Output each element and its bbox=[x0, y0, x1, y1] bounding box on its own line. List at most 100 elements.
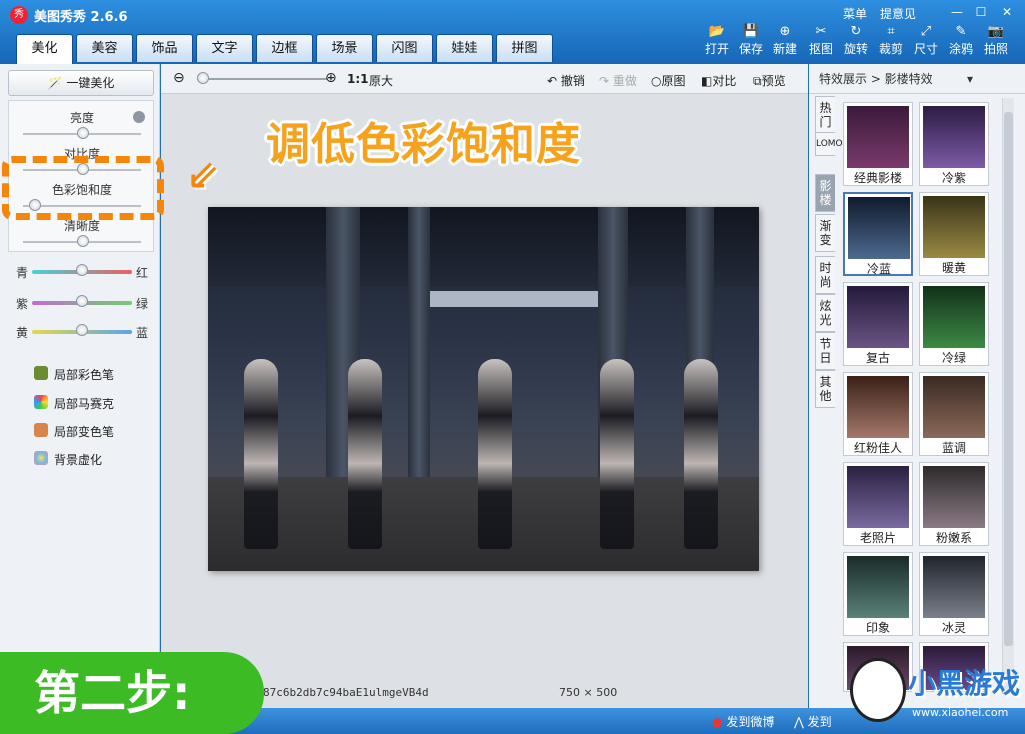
compare-button[interactable]: ◧对比 bbox=[701, 72, 736, 89]
effect-thumb[interactable]: 经典影楼 bbox=[843, 102, 913, 186]
slider-knob[interactable] bbox=[77, 127, 89, 139]
effect-thumb[interactable]: 冷绿 bbox=[919, 282, 989, 366]
rotate-icon: ↻ bbox=[850, 24, 862, 39]
chevron-down-icon[interactable]: ▾ bbox=[967, 64, 973, 94]
one-key-beautify-button[interactable]: 🪄 一键美化 bbox=[8, 70, 154, 96]
cutout-icon: ✂ bbox=[815, 24, 827, 39]
camera-icon: 📷 bbox=[987, 24, 1005, 39]
weibo-icon: ● bbox=[712, 715, 723, 729]
effect-thumb[interactable]: 冰灵 bbox=[919, 552, 989, 636]
site-watermark: 小黑游戏 www.xiaohei.com bbox=[850, 648, 1025, 734]
slider-knob[interactable] bbox=[76, 324, 88, 336]
tab-beautify[interactable]: 美化 bbox=[16, 34, 73, 64]
title-bar: 秀 美图秀秀 2.6.6 菜单 提意见 — ☐ ✕ 美化 美容 饰品 文字 边框… bbox=[0, 0, 1025, 64]
effects-scrollbar[interactable] bbox=[1002, 98, 1014, 694]
step-badge: 第二步: bbox=[0, 652, 264, 734]
zoom-in-icon[interactable]: ⊕ bbox=[325, 70, 337, 86]
model-figure bbox=[600, 359, 634, 549]
vtab-glow[interactable]: 炫光 bbox=[815, 294, 835, 332]
camera-button[interactable]: 📷 拍照 bbox=[981, 24, 1011, 58]
tab-scene[interactable]: 场景 bbox=[316, 34, 373, 62]
watermark-url: www.xiaohei.com bbox=[912, 706, 1009, 719]
brightness-slider[interactable] bbox=[23, 127, 141, 139]
purple-green-slider[interactable]: 紫 绿 bbox=[16, 295, 152, 311]
crop-button[interactable]: ⌗ 裁剪 bbox=[876, 24, 906, 58]
open-icon: 📂 bbox=[708, 24, 726, 39]
app-window: 秀 美图秀秀 2.6.6 菜单 提意见 — ☐ ✕ 美化 美容 饰品 文字 边框… bbox=[0, 0, 1025, 734]
send-button[interactable]: ⋀ 发到 bbox=[794, 713, 832, 730]
zoom-ratio[interactable]: 1:1 bbox=[347, 72, 369, 86]
open-button[interactable]: 📂 打开 bbox=[702, 24, 732, 58]
model-figure bbox=[348, 359, 382, 549]
tab-text[interactable]: 文字 bbox=[196, 34, 253, 62]
tab-flash[interactable]: 闪图 bbox=[376, 34, 433, 62]
new-icon: ⊕ bbox=[779, 24, 791, 39]
zoom-slider[interactable] bbox=[197, 72, 327, 84]
share-weibo-button[interactable]: ● 发到微博 bbox=[712, 713, 774, 730]
vtab-lomo[interactable]: LOMO bbox=[815, 132, 843, 156]
tab-face[interactable]: 美容 bbox=[76, 34, 133, 62]
vtab-hot[interactable]: 热门 bbox=[815, 96, 835, 134]
tab-collage[interactable]: 拼图 bbox=[496, 34, 553, 62]
effect-thumb[interactable]: 红粉佳人 bbox=[843, 372, 913, 456]
cutout-button[interactable]: ✂ 抠图 bbox=[806, 24, 836, 58]
slider-knob[interactable] bbox=[197, 72, 209, 84]
slider-knob[interactable] bbox=[76, 295, 88, 307]
local-color-pen[interactable]: 局部彩色笔 bbox=[34, 366, 114, 383]
maximize-icon[interactable]: ☐ bbox=[972, 4, 990, 20]
effect-thumb[interactable]: 老照片 bbox=[843, 462, 913, 546]
redo-icon: ↷ bbox=[599, 74, 610, 88]
scrollbar-thumb[interactable] bbox=[1004, 112, 1013, 646]
undo-button[interactable]: ↶ 撤销 bbox=[547, 72, 585, 89]
send-icon: ⋀ bbox=[794, 715, 804, 729]
save-icon: 💾 bbox=[742, 24, 760, 39]
feedback-link[interactable]: 提意见 bbox=[880, 5, 916, 22]
effect-thumb[interactable]: 印象 bbox=[843, 552, 913, 636]
effect-thumb-selected[interactable]: 冷蓝 bbox=[843, 192, 913, 276]
local-recolor-pen[interactable]: 局部变色笔 bbox=[34, 423, 114, 440]
vtab-fashion[interactable]: 时尚 bbox=[815, 256, 835, 294]
new-button[interactable]: ⊕ 新建 bbox=[770, 24, 800, 58]
cyan-red-slider[interactable]: 青 红 bbox=[16, 264, 152, 280]
mosaic-icon bbox=[34, 395, 48, 409]
annotation-callout: 调低色彩饱和度 bbox=[266, 119, 581, 170]
doodle-button[interactable]: ✎ 涂鸦 bbox=[946, 24, 976, 58]
vtab-studio[interactable]: 影楼 bbox=[815, 174, 835, 212]
original-button[interactable]: ○原图 bbox=[651, 72, 686, 89]
vtab-holiday[interactable]: 节日 bbox=[815, 332, 835, 370]
close-icon[interactable]: ✕ bbox=[998, 4, 1016, 20]
effect-thumb[interactable]: 蓝调 bbox=[919, 372, 989, 456]
rotate-button[interactable]: ↻ 旋转 bbox=[841, 24, 871, 58]
slider-knob[interactable] bbox=[77, 235, 89, 247]
redo-button[interactable]: ↷ 重做 bbox=[599, 72, 637, 89]
local-mosaic[interactable]: 局部马赛克 bbox=[34, 395, 114, 412]
effect-thumb[interactable]: 粉嫩系 bbox=[919, 462, 989, 546]
compare-icon: ◧ bbox=[701, 74, 713, 88]
doodle-icon: ✎ bbox=[955, 24, 967, 39]
arrow-icon: ⇙ bbox=[186, 152, 220, 198]
menu-link[interactable]: 菜单 bbox=[843, 5, 867, 22]
effect-thumb[interactable]: 复古 bbox=[843, 282, 913, 366]
preview-button[interactable]: ⧉预览 bbox=[753, 72, 786, 89]
vtab-gradient[interactable]: 渐变 bbox=[815, 214, 835, 252]
vtab-other[interactable]: 其他 bbox=[815, 370, 835, 408]
effect-thumb[interactable]: 暖黄 bbox=[919, 192, 989, 276]
tab-accessory[interactable]: 饰品 bbox=[136, 34, 193, 62]
yellow-blue-slider[interactable]: 黄 蓝 bbox=[16, 324, 152, 340]
minimize-icon[interactable]: — bbox=[948, 4, 966, 20]
original-size-button[interactable]: 原大 bbox=[369, 72, 393, 89]
magic-wand-icon: 🪄 bbox=[47, 76, 63, 90]
slider-knob[interactable] bbox=[76, 264, 88, 276]
effect-thumb[interactable]: 冷紫 bbox=[919, 102, 989, 186]
file-name: 87c6b2db7c94baE1ulmgeVB4d bbox=[263, 686, 429, 699]
zoom-out-icon[interactable]: ⊖ bbox=[173, 70, 185, 86]
hand-icon bbox=[34, 423, 48, 437]
sharpness-slider[interactable] bbox=[23, 235, 141, 247]
background-blur[interactable]: 背景虚化 bbox=[34, 451, 102, 468]
tab-doll[interactable]: 娃娃 bbox=[436, 34, 493, 62]
app-logo-icon: 秀 bbox=[10, 6, 28, 24]
save-button[interactable]: 💾 保存 bbox=[736, 24, 766, 58]
resize-button[interactable]: ⤢ 尺寸 bbox=[911, 24, 941, 58]
reset-icon[interactable] bbox=[133, 111, 145, 123]
tab-frame[interactable]: 边框 bbox=[256, 34, 313, 62]
